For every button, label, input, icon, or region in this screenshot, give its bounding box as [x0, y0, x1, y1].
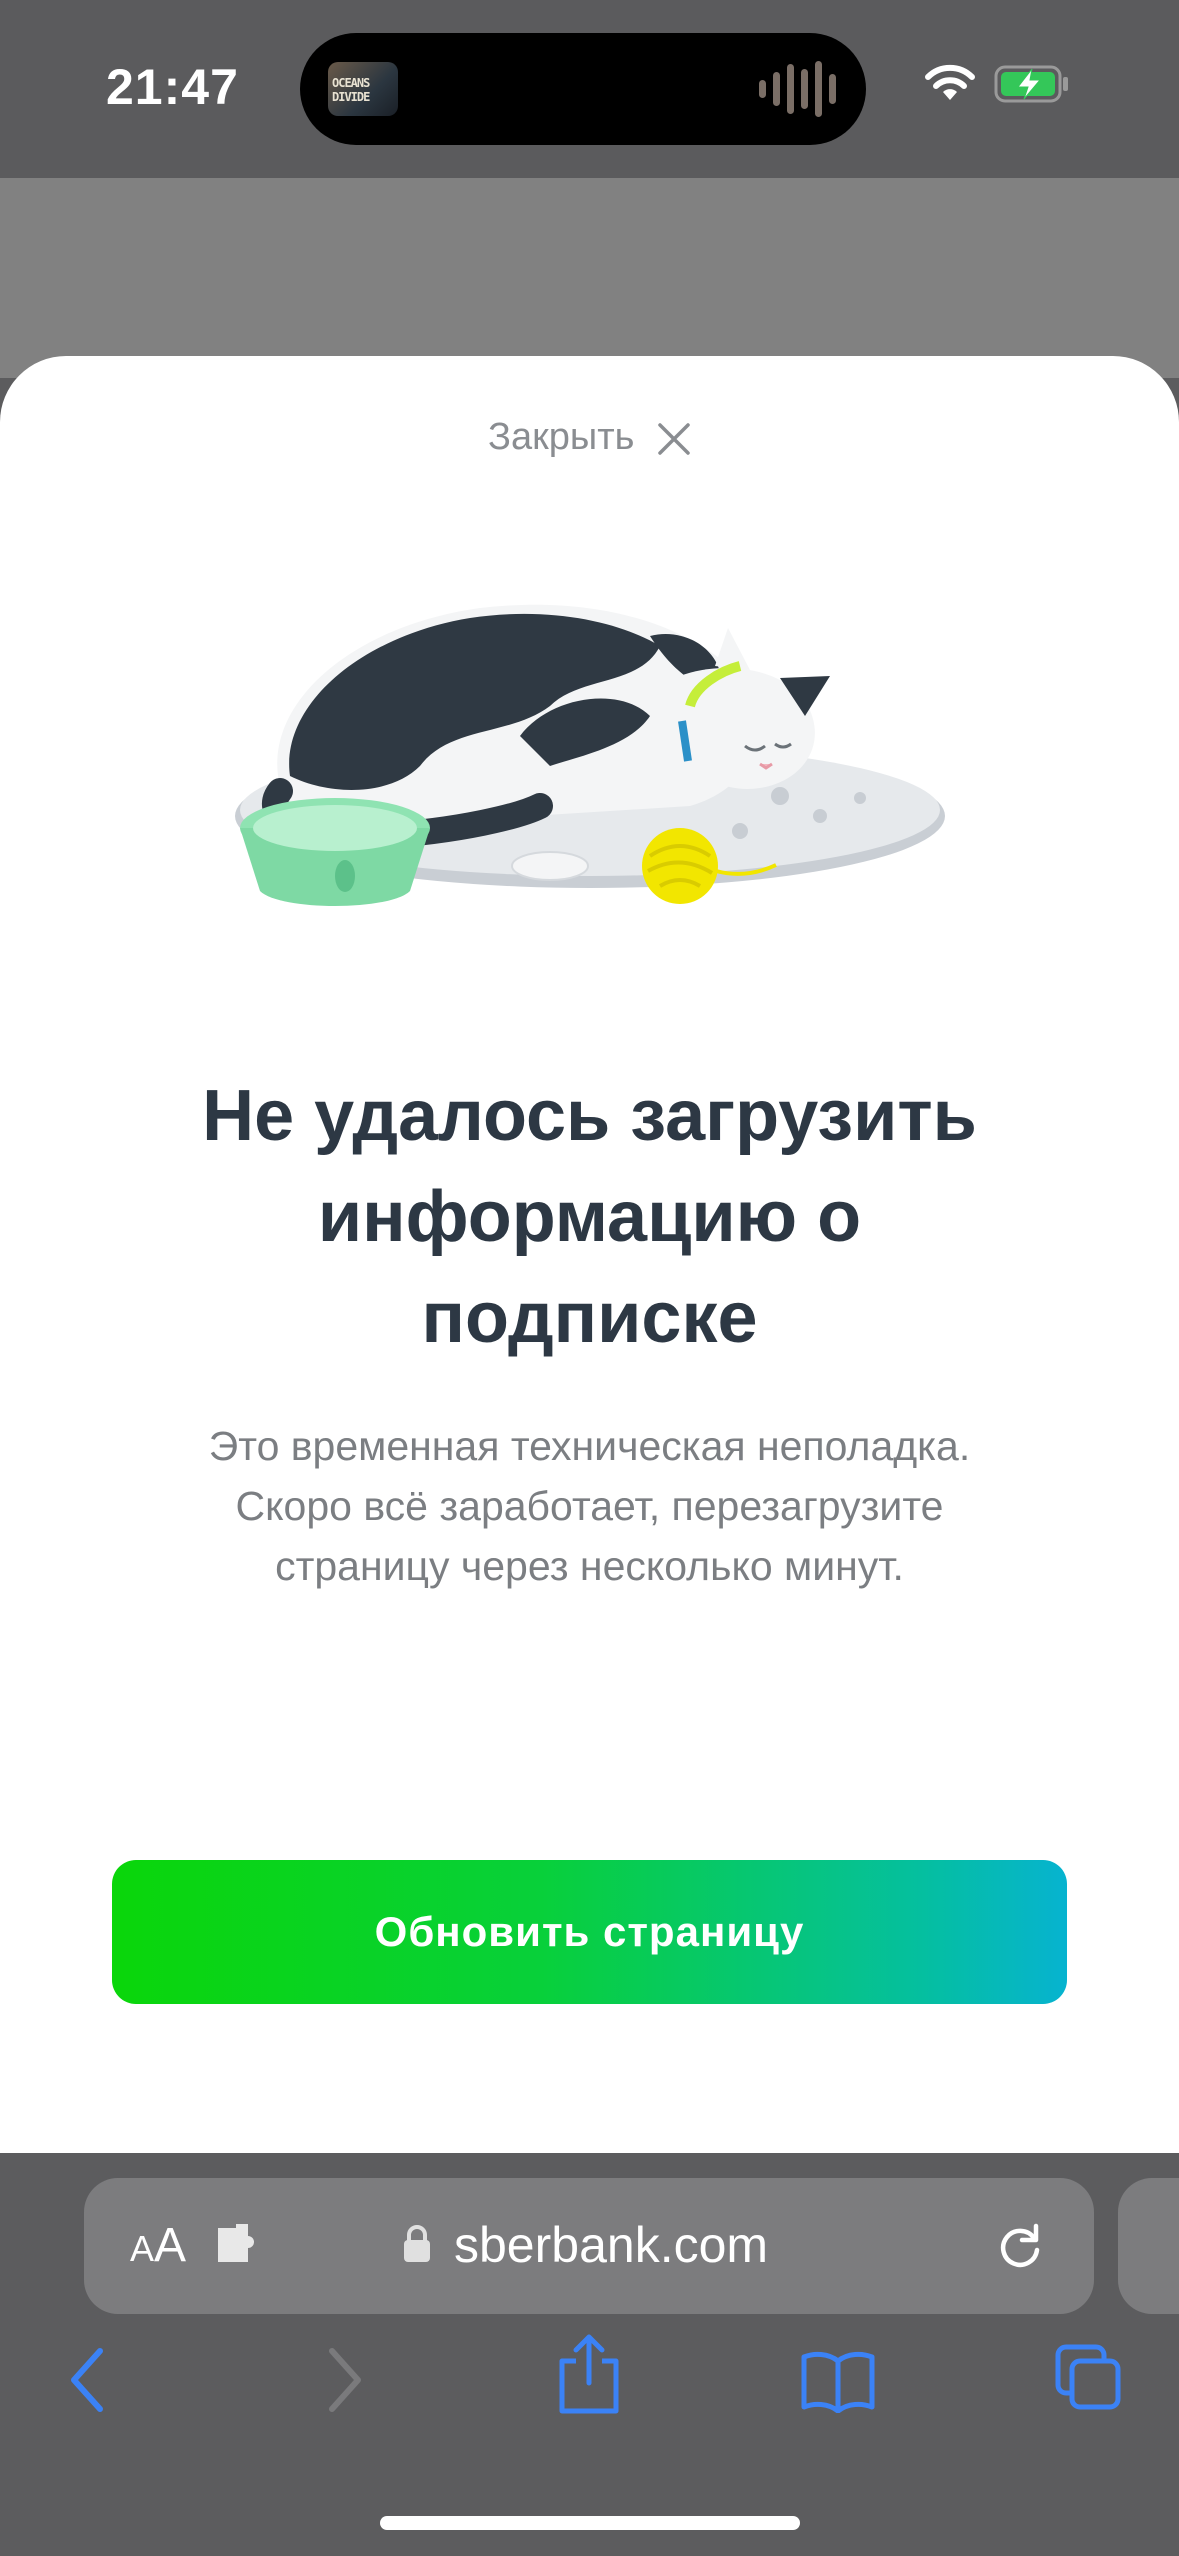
error-sheet: Закрыть Не удалось загрузить информацию … — [0, 356, 1179, 2153]
next-tab-preview[interactable] — [1118, 2178, 1179, 2314]
sleeping-cat-illustration — [235, 604, 945, 906]
status-bar: 21:47 OCEANS DIVIDE — [0, 0, 1179, 178]
url-domain: sberbank.com — [454, 2217, 769, 2273]
error-title: Не удалось загрузить информацию о подпис… — [90, 1066, 1089, 1369]
forward-icon — [329, 2348, 361, 2412]
share-icon[interactable] — [556, 2331, 622, 2417]
error-description-line: Скоро всё заработает, перезагрузите — [235, 1483, 944, 1529]
close-icon — [658, 423, 690, 455]
reload-icon[interactable] — [994, 2220, 1046, 2272]
text-size-small-label: A — [130, 2228, 155, 2269]
extension-icon[interactable] — [214, 2222, 262, 2266]
error-description-line: страницу через несколько минут. — [275, 1543, 904, 1589]
refresh-page-button[interactable]: Обновить страницу — [112, 1860, 1067, 2004]
text-size-big-label: A — [154, 2219, 187, 2272]
error-title-line: Не удалось загрузить — [202, 1076, 977, 1156]
dimmed-page-backdrop[interactable] — [0, 178, 1179, 378]
text-size-icon[interactable]: AA — [130, 2218, 186, 2273]
error-title-line: подписке — [421, 1278, 758, 1358]
audio-waveform-icon — [759, 61, 836, 117]
browser-toolbar: AA sberbank.com — [0, 2153, 1179, 2556]
close-label: Закрыть — [488, 416, 635, 458]
lock-icon — [404, 2225, 430, 2262]
error-description-line: Это временная техническая неполадка. — [208, 1423, 971, 1469]
battery-charging-icon — [994, 65, 1068, 103]
wifi-icon — [925, 64, 975, 100]
address-bar[interactable]: AA sberbank.com — [84, 2178, 1094, 2314]
album-art-text: OCEANS DIVIDE — [332, 76, 370, 104]
album-art: OCEANS DIVIDE — [328, 62, 398, 116]
close-button[interactable]: Закрыть — [0, 416, 1179, 459]
back-icon[interactable] — [66, 2345, 110, 2415]
dynamic-island[interactable]: OCEANS DIVIDE — [300, 33, 866, 145]
error-description: Это временная техническая неполадка. Ско… — [90, 1416, 1089, 1596]
status-time: 21:47 — [106, 59, 239, 115]
home-indicator[interactable] — [380, 2516, 800, 2530]
bookmarks-icon[interactable] — [800, 2349, 876, 2413]
error-title-line: информацию о — [317, 1177, 862, 1257]
tabs-icon[interactable] — [1054, 2343, 1124, 2413]
